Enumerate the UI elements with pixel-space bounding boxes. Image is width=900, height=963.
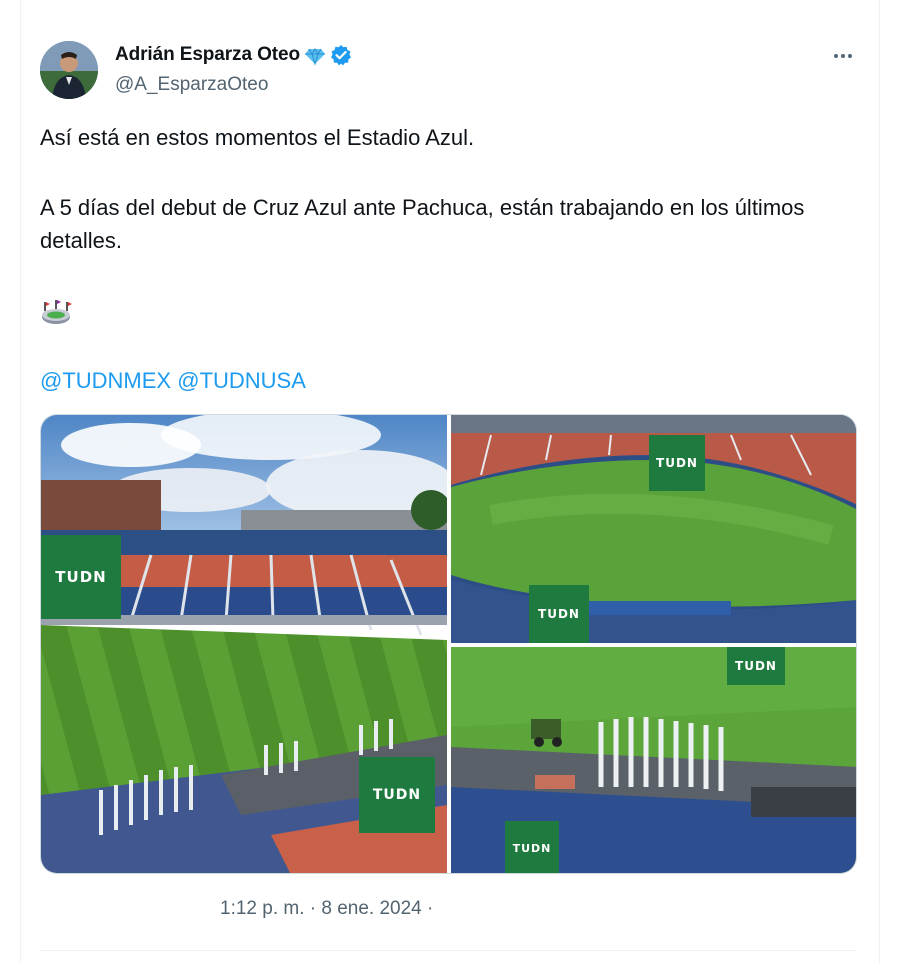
mentions-line: @TUDNMEX @TUDNUSA — [40, 364, 306, 397]
mention-tudnmex[interactable]: @TUDNMEX — [40, 368, 171, 393]
stadium-sideline-photo[interactable]: TUDN TUDN — [451, 647, 856, 873]
tudn-watermark: TUDN — [649, 435, 705, 491]
tudn-watermark: TUDN — [505, 821, 559, 873]
tudn-watermark-label: TUDN — [538, 607, 580, 621]
stadium-field-photo[interactable]: TUDN TUDN — [451, 415, 856, 643]
tudn-watermark-label: TUDN — [735, 659, 777, 673]
tudn-watermark-label: TUDN — [372, 787, 422, 803]
tudn-watermark: TUDN — [41, 535, 121, 619]
author-handle[interactable]: @A_EsparzaOteo — [115, 74, 268, 96]
author-display-name[interactable]: Adrián Esparza Oteo — [115, 44, 300, 66]
verified-badge-icon — [330, 44, 352, 66]
tudn-watermark-label: TUDN — [512, 841, 552, 855]
tudn-watermark: TUDN — [359, 757, 435, 833]
media-grid: TUDN TUDN TUDN TUDN TUDN TUDN — [40, 414, 857, 874]
tweet-text-line-2: A 5 días del debut de Cruz Azul ante Pac… — [40, 195, 805, 253]
diamond-icon — [304, 44, 326, 66]
avatar[interactable] — [40, 41, 98, 99]
mention-tudnusa[interactable]: @TUDNUSA — [177, 368, 306, 393]
divider — [40, 950, 857, 951]
author-name-row: Adrián Esparza Oteo — [115, 44, 352, 66]
tudn-watermark: TUDN — [529, 585, 589, 643]
stadium-emoji-icon — [40, 298, 72, 326]
tudn-watermark-label: TUDN — [55, 568, 107, 586]
tudn-watermark-label: TUDN — [656, 456, 698, 470]
stadium-stands-photo[interactable]: TUDN TUDN — [41, 415, 447, 873]
tweet-text-line-1: Así está en estos momentos el Estadio Az… — [40, 125, 475, 150]
more-options-icon[interactable] — [828, 44, 858, 68]
tweet-timestamp[interactable]: 1:12 p. m. · 8 ene. 2024 · — [220, 898, 433, 920]
tudn-watermark: TUDN — [727, 647, 785, 685]
